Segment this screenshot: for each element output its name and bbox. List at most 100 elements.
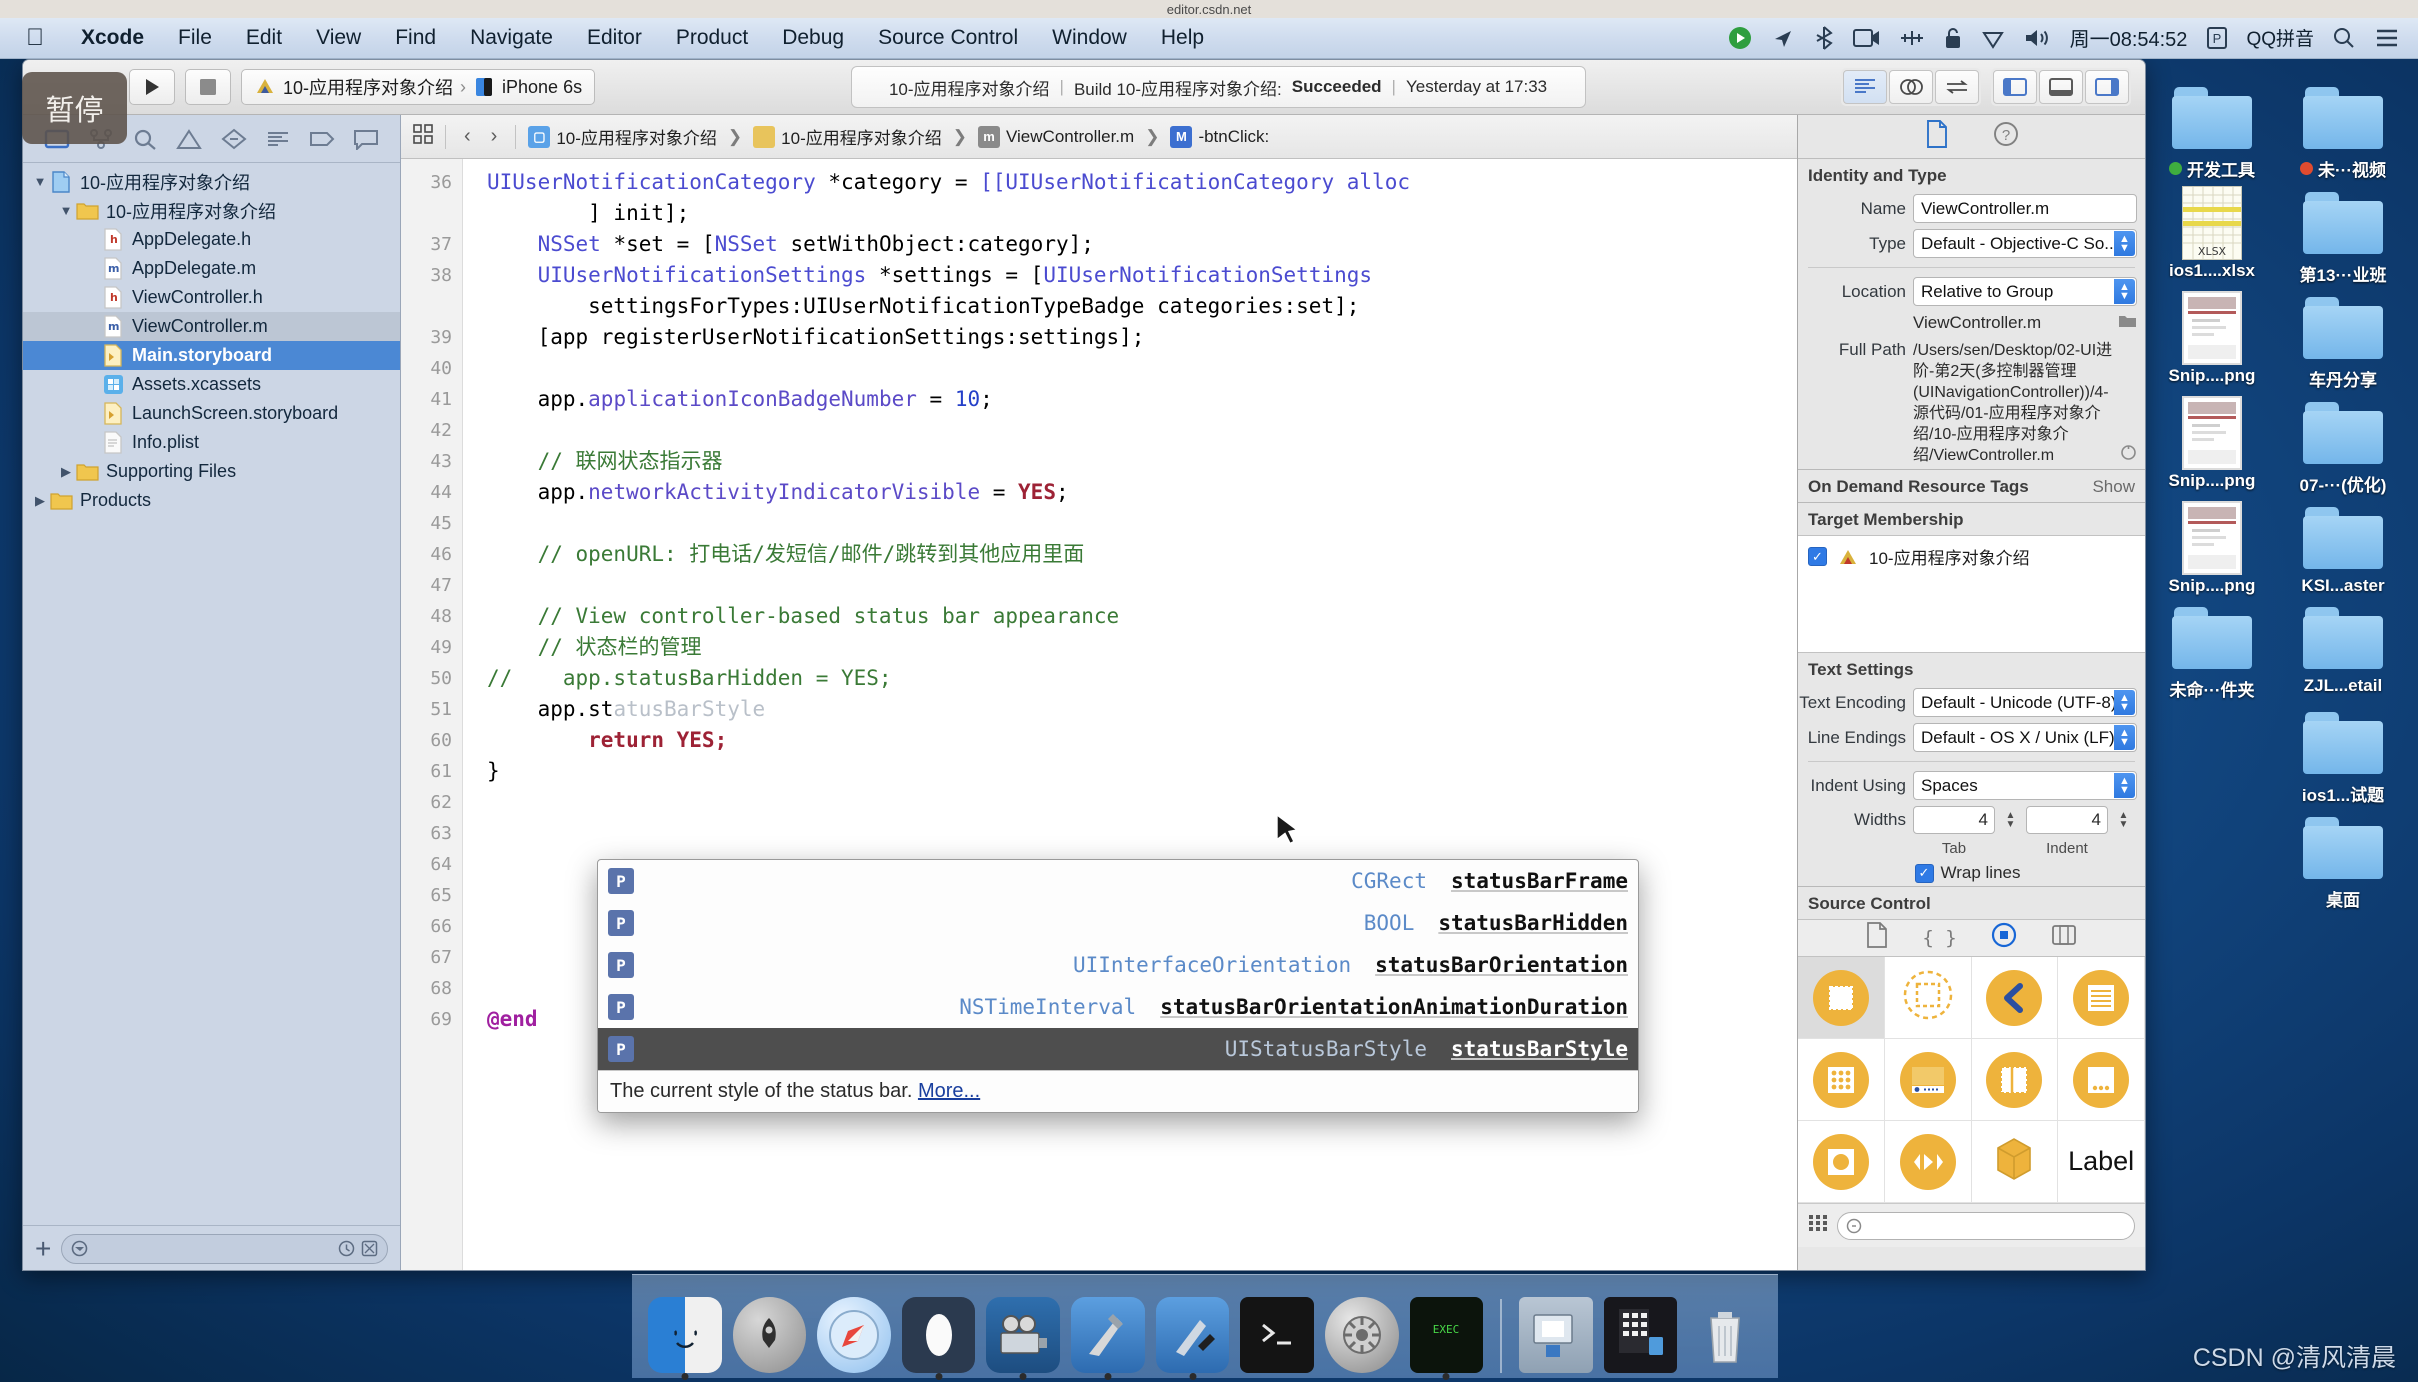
tab-width-field[interactable]: 4 [1913,806,1995,834]
collection-view-controller-object[interactable] [1798,1039,1885,1121]
menu-item-source-control[interactable]: Source Control [861,17,1035,59]
desktop-icon-3[interactable]: 第13···业班 [2279,187,2407,286]
code-line-38[interactable]: UIUserNotificationSettings *settings = [… [487,260,1797,291]
code-line-51[interactable]: app.statusBarStyle [487,694,1797,725]
code-line-39[interactable]: [app registerUserNotificationSettings:se… [487,322,1797,353]
camera-icon[interactable] [1844,27,1890,49]
screen-recorder-icon[interactable] [1718,25,1762,51]
location-row[interactable]: Location Relative to Group ▲ ▼ [1798,274,2145,309]
navigator-row-9[interactable]: Info.plist [23,428,400,457]
target-membership-checkbox[interactable]: ✓ [1808,547,1827,566]
location-select[interactable]: Relative to Group ▲ ▼ [1913,277,2137,306]
type-stepper-icon[interactable]: ▲ ▼ [2114,231,2135,256]
code-line-36[interactable]: UIUserNotificationCategory *category = [… [487,167,1797,198]
type-row[interactable]: Type Default - Objective-C So... ▲ ▼ [1798,226,2145,261]
menu-item-product[interactable]: Product [659,17,765,59]
wrap-lines-row[interactable]: ✓ Wrap lines [1798,860,2145,886]
library-footer[interactable] [1798,1203,2145,1247]
autocomplete-item-0[interactable]: P CGRect statusBarFrame [598,860,1638,902]
add-icon[interactable]: + [35,1234,51,1263]
navigator-row-1[interactable]: ▼ 10-应用程序对象介绍 [23,196,400,225]
xcode-dock-icon[interactable] [1071,1297,1145,1380]
file-inspector-tab[interactable] [1925,120,1949,153]
code-line-48[interactable]: // View controller-based status bar appe… [487,601,1797,632]
code-line-1[interactable]: ] init]; [487,198,1797,229]
line-endings-select[interactable]: Default - OS X / Unix (LF) ▲ ▼ [1913,723,2137,752]
label-object[interactable]: Label [2058,1121,2145,1203]
page-view-controller-object[interactable] [2058,1039,2145,1121]
odrt-show-button[interactable]: Show [2092,477,2135,497]
navigator-footer[interactable]: + [23,1225,400,1270]
breadcrumb-item-file[interactable]: m ViewController.m [978,125,1134,148]
navigator-row-0[interactable]: ▼ 10-应用程序对象介绍 [23,167,400,196]
autocomplete-more-link[interactable]: More... [918,1080,980,1102]
input-method-label[interactable]: QQ拼音 [2237,24,2323,51]
location-stepper-icon[interactable]: ▲ ▼ [2114,279,2135,304]
debug-area-toggle-button[interactable] [2039,70,2084,104]
split-view-controller-object[interactable] [1971,1039,2059,1121]
code-line-60[interactable]: return YES; [487,725,1797,756]
code-line-43[interactable]: // 联网状态指示器 [487,446,1797,477]
autocomplete-item-1[interactable]: P BOOL statusBarHidden [598,902,1638,944]
code-line-45[interactable] [487,508,1797,539]
code-line-40[interactable] [487,353,1797,384]
indent-using-row[interactable]: Indent Using Spaces ▲ ▼ [1798,768,2145,803]
quick-help-inspector-tab[interactable]: ? [1993,121,2019,152]
standard-editor-button[interactable] [1843,70,1888,104]
view-controller-object[interactable] [1798,957,1885,1039]
volume-icon[interactable] [2014,26,2060,50]
desktop-icon-2[interactable]: XLSX ios1....xlsx [2148,186,2276,286]
code-line-41[interactable]: app.applicationIconBadgeNumber = 10; [487,384,1797,415]
editor-jump-bar[interactable]: ‹ › ▢ 10-应用程序对象介绍 ❯ 10-应用程序对象介绍 ❯ m View… [401,115,1797,159]
choose-folder-icon[interactable] [2118,312,2137,334]
menu-item-file[interactable]: File [161,17,229,59]
code-snippet-library-tab[interactable]: { } [1922,927,1956,949]
desktop-icon-6[interactable]: Snip....png [2148,396,2276,496]
grid-view-icon[interactable] [1808,1214,1828,1237]
breadcrumb-item-group[interactable]: 10-应用程序对象介绍 [753,124,942,149]
menu-item-editor[interactable]: Editor [570,17,659,59]
navigator-row-5[interactable]: m ViewController.m [23,312,400,341]
xcode-toolbar[interactable]: 10-应用程序对象介绍 › iPhone 6s 10-应用程序对象介绍 | Bu… [23,60,2145,115]
debug-navigator-tab[interactable] [261,124,295,154]
menu-bar-clock[interactable]: 周一08:54:52 [2060,23,2198,52]
disclosure-triangle-icon[interactable]: ▼ [57,203,75,218]
desktop-icon-area[interactable]: 开发工具 未···视频 XLSX ios1....xlsx 第13···业班 Snip..… [2148,82,2410,911]
code-line-50[interactable]: // app.statusBarHidden = YES; [487,663,1797,694]
breakpoint-navigator-tab[interactable] [305,124,339,154]
navigator-row-10[interactable]: ▶ Supporting Files [23,457,400,486]
quicktime-dock-icon[interactable] [986,1297,1061,1380]
mac-menu-bar[interactable]:  Xcode File Edit View Find Navigate Edi… [0,17,2418,59]
run-button[interactable] [129,69,175,105]
autocomplete-popup[interactable]: P CGRect statusBarFrame P BOOL statusBarHidde… [597,859,1639,1113]
desktop-icon-grid[interactable]: 开发工具 未···视频 XLSX ios1....xlsx 第13···业班 Snip..… [2148,82,2410,911]
menu-item-navigate[interactable]: Navigate [453,17,570,59]
mouse-app-dock-icon[interactable] [901,1297,976,1380]
navigator-row-11[interactable]: ▶ Products [23,486,400,515]
search-icon[interactable] [2323,26,2365,50]
navigator-file-tree[interactable]: ▼ 10-应用程序对象介绍 ▼ 10-应用程序对象介绍 h AppDelegate.h m A… [23,163,400,1225]
desktop-icon-15[interactable]: 桌面 [2279,812,2407,911]
glkit-view-controller-object[interactable] [1971,1121,2059,1203]
utilities-inspector-pane[interactable]: ? Identity and Type Name ViewController.… [1797,115,2145,1270]
code-line-47[interactable] [487,570,1797,601]
safari-dock-icon[interactable] [817,1297,891,1373]
code-line-62[interactable] [487,787,1797,818]
desktop-icon-4[interactable]: Snip....png [2148,291,2276,391]
autocomplete-item-2[interactable]: P UIInterfaceOrientation statusBarOrientat… [598,944,1638,986]
menu-item-find[interactable]: Find [378,17,453,59]
desktop-icon-13[interactable]: ios1...试题 [2279,707,2407,806]
scheme-selector[interactable]: 10-应用程序对象介绍 › iPhone 6s [241,69,596,105]
table-view-controller-object[interactable] [2058,957,2145,1039]
desktop-icon-7[interactable]: 07-···(优化) [2279,397,2407,496]
text-encoding-select[interactable]: Default - Unicode (UTF-8) ▲ ▼ [1913,688,2137,717]
related-items-icon[interactable] [413,124,433,149]
desktop-icon-5[interactable]: 车丹分享 [2279,292,2407,391]
desktop-icon-9[interactable]: KSI...aster [2279,502,2407,596]
downloads-stack-dock-icon[interactable] [1519,1297,1593,1373]
indent-using-stepper-icon[interactable]: ▲ ▼ [2114,773,2135,798]
code-line-44[interactable]: app.networkActivityIndicatorVisible = YE… [487,477,1797,508]
symbol-navigator-tab[interactable] [128,124,162,154]
avkit-player-controller-object[interactable] [1884,1121,1972,1203]
widths-row[interactable]: Widths 4 ▲ ▼ 4 ▲ ▼ [1798,803,2145,837]
